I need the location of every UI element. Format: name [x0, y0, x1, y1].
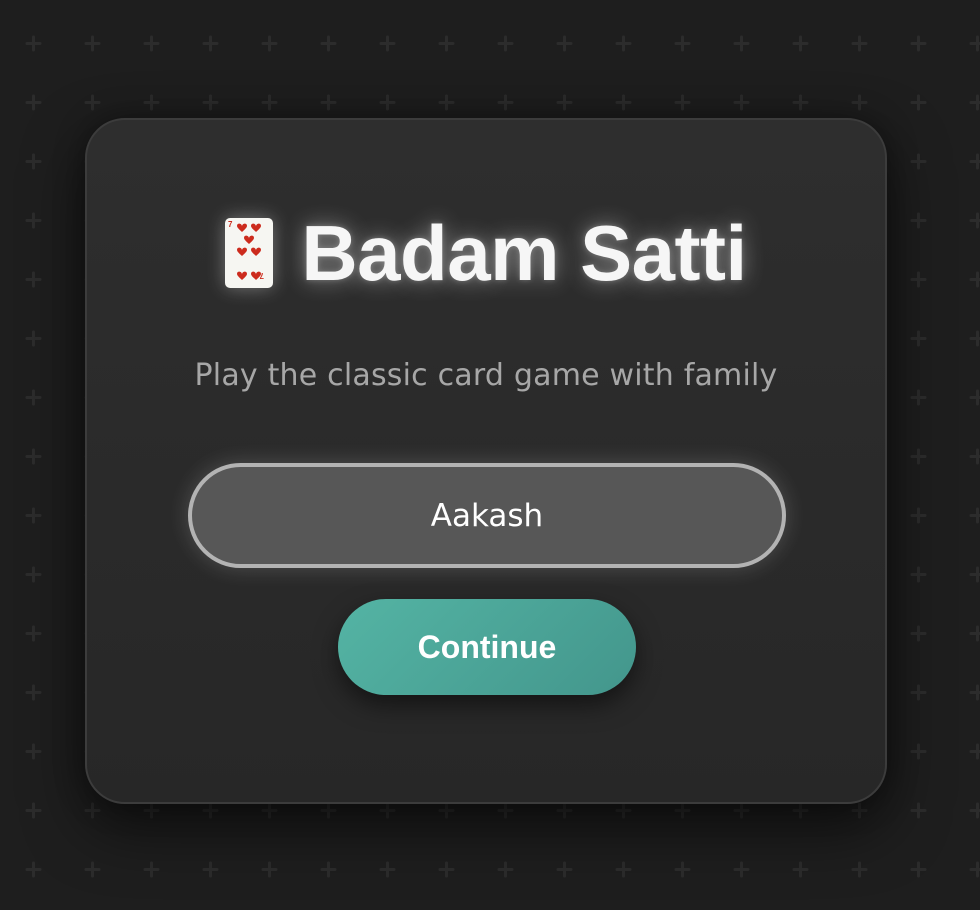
svg-text:7: 7: [228, 220, 233, 229]
app-subtitle: Play the classic card game with family: [194, 358, 778, 393]
app-title: Badam Satti: [301, 209, 747, 297]
login-card: 7 7 Badam Satti Play the classic card ga…: [85, 118, 887, 804]
svg-text:7: 7: [259, 271, 264, 280]
continue-button[interactable]: Continue: [338, 599, 636, 695]
seven-of-hearts-card-icon: 7 7: [225, 218, 274, 288]
title-row: 7 7 Badam Satti: [87, 208, 885, 298]
player-name-input[interactable]: [188, 463, 786, 568]
